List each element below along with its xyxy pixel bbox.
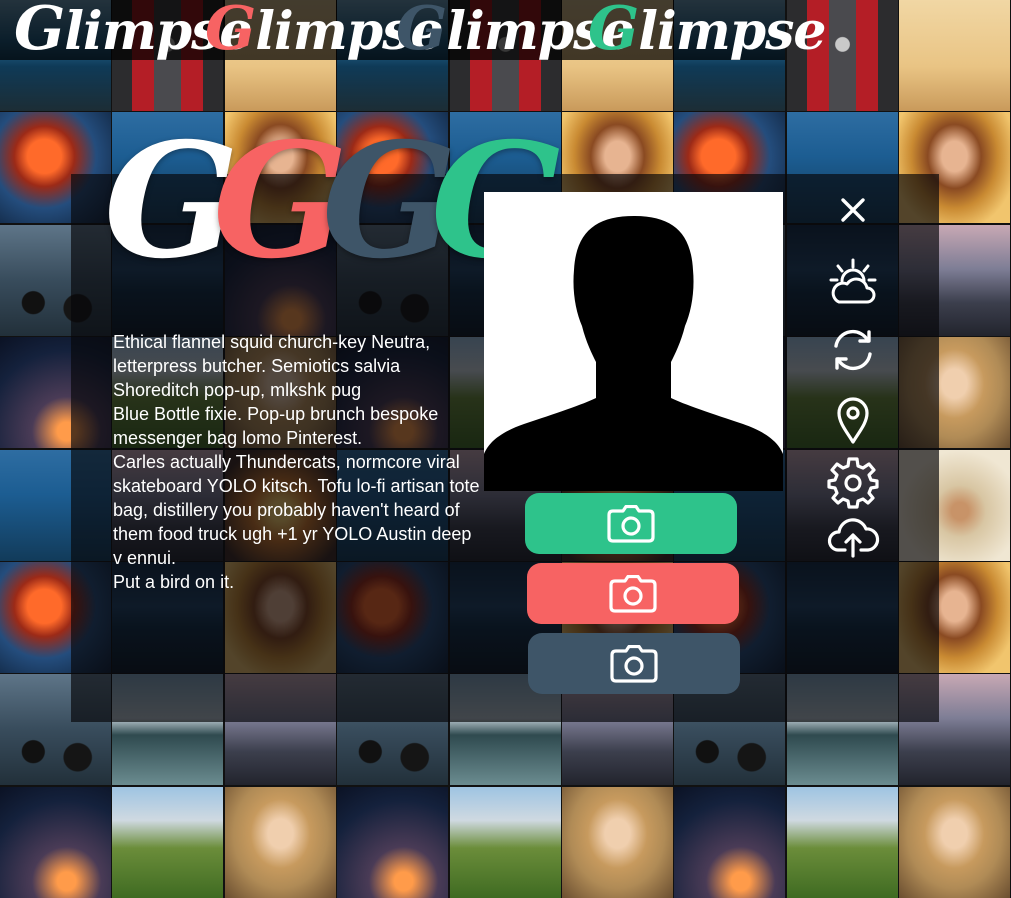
brand-wordmark[interactable]: Glimpse bbox=[588, 0, 827, 67]
camera-icon bbox=[609, 574, 657, 613]
mosaic-photo bbox=[336, 785, 450, 898]
settings-button[interactable] bbox=[827, 456, 879, 509]
mosaic-photo bbox=[111, 785, 225, 898]
logo-letter: G bbox=[212, 109, 348, 294]
mosaic-photo bbox=[898, 0, 1011, 112]
camera-button-green[interactable] bbox=[525, 493, 737, 554]
mosaic-photo bbox=[223, 785, 337, 898]
logo-letter: G bbox=[321, 109, 457, 294]
sync-button[interactable] bbox=[827, 324, 879, 376]
location-button[interactable] bbox=[827, 394, 879, 446]
bio-paragraph: Blue Bottle fixie. Pop-up brunch bespoke… bbox=[113, 404, 439, 448]
bio-paragraph: Ethical flannel squid church-key Neutra,… bbox=[113, 332, 431, 400]
brand-initial: G bbox=[205, 0, 256, 64]
avatar[interactable] bbox=[484, 192, 783, 491]
bio-paragraph: Carles actually Thundercats, normcore vi… bbox=[113, 452, 480, 568]
close-button[interactable] bbox=[827, 184, 879, 236]
brand-initial: G bbox=[14, 0, 65, 64]
brand-initial: G bbox=[588, 0, 639, 64]
big-logo: GGGG bbox=[104, 109, 566, 294]
close-icon bbox=[841, 198, 865, 222]
logo-letter: G bbox=[104, 109, 239, 294]
brand-text: limpse bbox=[638, 1, 826, 62]
profile-bio: Ethical flannel squid church-key Neutra,… bbox=[113, 330, 483, 594]
sync-icon bbox=[834, 329, 872, 371]
camera-icon bbox=[610, 644, 658, 683]
mosaic-photo bbox=[898, 785, 1011, 898]
mosaic-photo bbox=[673, 785, 787, 898]
settings-gear-icon bbox=[827, 457, 879, 509]
mosaic-photo bbox=[448, 785, 562, 898]
bio-paragraph: Put a bird on it. bbox=[113, 572, 235, 592]
header-bar: Glimpse Glimpse Glimpse Glimpse bbox=[0, 0, 827, 64]
location-pin-icon bbox=[837, 397, 869, 444]
cloud-upload-icon bbox=[827, 518, 880, 558]
weather-button[interactable] bbox=[827, 257, 879, 309]
mosaic-photo bbox=[785, 785, 899, 898]
brand-initial: G bbox=[396, 0, 447, 64]
camera-button-red[interactable] bbox=[527, 563, 739, 624]
person-silhouette-icon bbox=[484, 216, 783, 491]
camera-button-slate[interactable] bbox=[528, 633, 740, 694]
camera-icon bbox=[607, 504, 655, 543]
upload-button[interactable] bbox=[827, 510, 880, 562]
mosaic-photo bbox=[0, 785, 112, 898]
weather-icon bbox=[829, 258, 877, 304]
mosaic-photo bbox=[561, 785, 674, 898]
